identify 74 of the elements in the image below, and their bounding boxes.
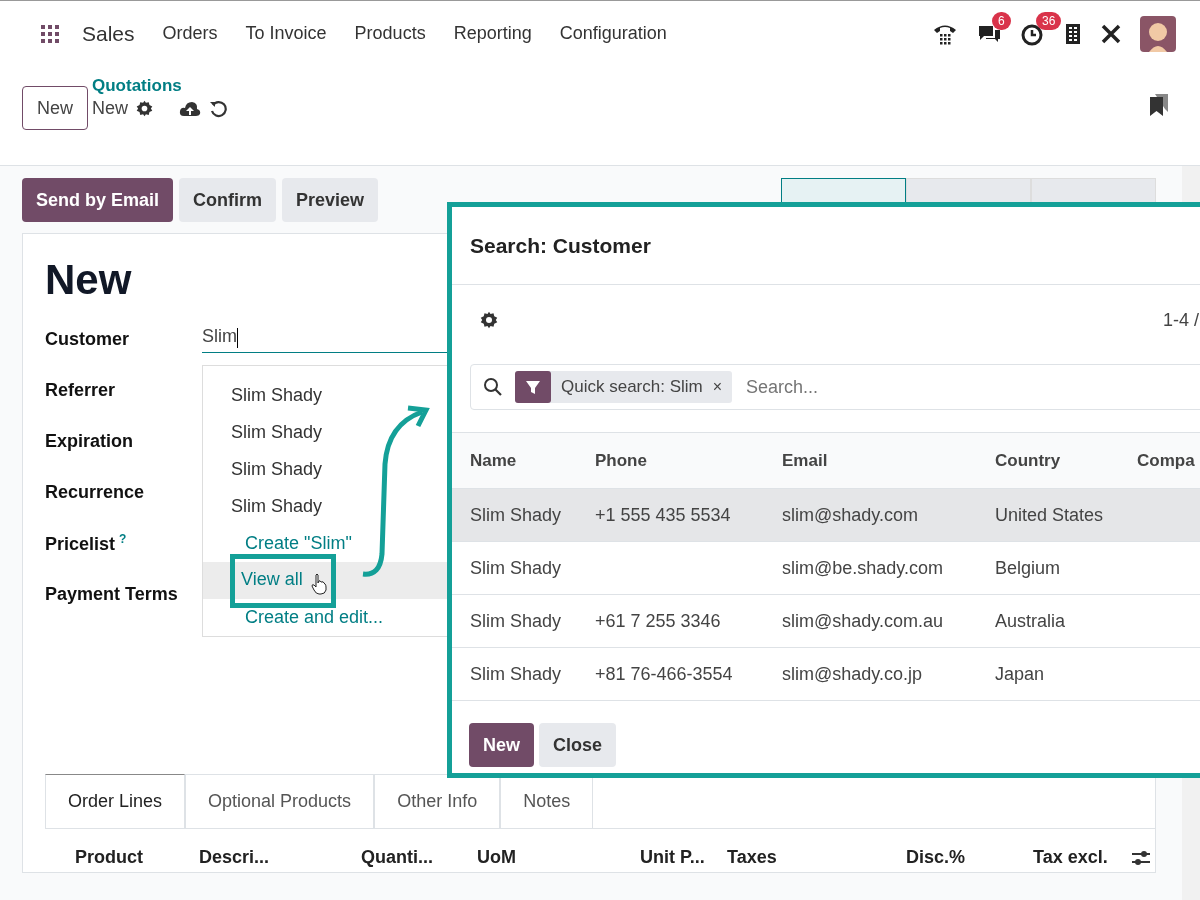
column-header[interactable]: UoM bbox=[477, 847, 640, 868]
column-settings-icon[interactable] bbox=[1131, 848, 1151, 867]
table-cell: slim@shady.co.jp bbox=[782, 663, 922, 684]
column-header[interactable]: Disc.% bbox=[906, 847, 1033, 868]
hand-cursor-icon bbox=[310, 572, 327, 595]
action-button[interactable]: Confirm bbox=[179, 178, 277, 222]
table-cell: slim@shady.com bbox=[782, 504, 918, 525]
action-button[interactable]: Preview bbox=[282, 178, 379, 222]
table-cell: +1 555 435 5534 bbox=[595, 504, 731, 525]
search-icon[interactable] bbox=[483, 377, 503, 397]
column-header[interactable]: Descri... bbox=[199, 847, 361, 868]
apps-menu-icon[interactable] bbox=[40, 23, 60, 44]
menu-item[interactable]: Orders bbox=[148, 23, 232, 44]
notification-badge: 36 bbox=[1036, 11, 1062, 30]
undo-icon[interactable] bbox=[209, 99, 228, 118]
field-label: Referrer bbox=[45, 380, 117, 401]
tab[interactable]: Other Info bbox=[374, 774, 501, 828]
cloud-upload-icon[interactable] bbox=[179, 99, 202, 118]
tab[interactable]: Optional Products bbox=[185, 774, 375, 828]
column-header[interactable]: Unit P... bbox=[640, 847, 727, 868]
field-label: Payment Terms bbox=[45, 584, 179, 605]
field-label: Recurrence bbox=[45, 482, 146, 503]
bookmark-icon[interactable] bbox=[1148, 92, 1170, 118]
table-cell: Australia bbox=[995, 610, 1066, 631]
action-button[interactable]: Send by Email bbox=[22, 178, 174, 222]
column-header[interactable]: Name bbox=[470, 450, 595, 471]
pager: 1-4 / bbox=[1162, 309, 1199, 331]
menu-item[interactable]: Products bbox=[340, 23, 440, 44]
table-cell: +61 7 255 3346 bbox=[595, 610, 721, 631]
field-label: Expiration bbox=[45, 431, 134, 452]
filter-icon bbox=[515, 371, 551, 403]
table-cell: United States bbox=[995, 504, 1104, 525]
tab[interactable]: Order Lines bbox=[45, 774, 186, 828]
remove-facet-button[interactable]: × bbox=[712, 378, 733, 396]
column-header[interactable]: Tax excl. bbox=[1033, 847, 1131, 868]
facet-label: Quick search: Slim bbox=[560, 377, 704, 397]
table-cell: Slim Shady bbox=[470, 504, 562, 525]
building-icon[interactable] bbox=[1064, 22, 1082, 45]
gear-icon[interactable] bbox=[480, 311, 498, 329]
menu-item[interactable]: To Invoice bbox=[231, 23, 341, 44]
column-header[interactable]: Email bbox=[782, 450, 995, 471]
field-label: Customer bbox=[45, 329, 130, 350]
record-name: New bbox=[92, 98, 129, 119]
breadcrumb-link[interactable]: Quotations bbox=[92, 76, 228, 96]
column-header[interactable]: Country bbox=[995, 450, 1137, 471]
app-name[interactable]: Sales bbox=[82, 21, 135, 46]
table-cell: Japan bbox=[995, 663, 1045, 684]
column-header[interactable]: Phone bbox=[595, 450, 782, 471]
new-button[interactable]: New bbox=[22, 86, 88, 130]
table-cell: Slim Shady bbox=[470, 663, 562, 684]
table-row[interactable]: Slim Shady +81 76-466-3554 slim@shady.co.jp Japan bbox=[452, 648, 1200, 701]
table-cell: Slim Shady bbox=[470, 557, 562, 578]
record-title: New bbox=[45, 256, 133, 304]
table-cell: Belgium bbox=[995, 557, 1061, 578]
column-header[interactable]: Quanti... bbox=[361, 847, 477, 868]
search-bar[interactable]: Quick search: Slim × Search... bbox=[470, 364, 1200, 410]
column-header[interactable]: Product bbox=[75, 847, 199, 868]
menu-item[interactable]: Reporting bbox=[439, 23, 546, 44]
field-label: Pricelist $^{?}$ bbox=[45, 532, 128, 555]
dialog-title: Search: Customer bbox=[470, 233, 651, 258]
menu-item[interactable]: Configuration bbox=[545, 23, 681, 44]
table-cell: Slim Shady bbox=[470, 610, 562, 631]
gear-icon[interactable] bbox=[136, 100, 154, 117]
column-header[interactable]: Compa bbox=[1137, 450, 1197, 471]
column-header[interactable]: Taxes bbox=[727, 847, 906, 868]
avatar-icon[interactable] bbox=[1140, 15, 1176, 52]
table-cell: slim@shady.com.au bbox=[782, 610, 943, 631]
notification-badge: 6 bbox=[992, 11, 1011, 30]
table-row[interactable]: Slim Shady +1 555 435 5534 slim@shady.com United States bbox=[452, 489, 1200, 542]
dialog-button[interactable]: New bbox=[469, 723, 534, 767]
dialog-button[interactable]: Close bbox=[539, 723, 617, 767]
tools-icon[interactable] bbox=[1100, 22, 1122, 45]
table-cell: +81 76-466-3554 bbox=[595, 663, 733, 684]
table-cell: slim@be.shady.com bbox=[782, 557, 943, 578]
